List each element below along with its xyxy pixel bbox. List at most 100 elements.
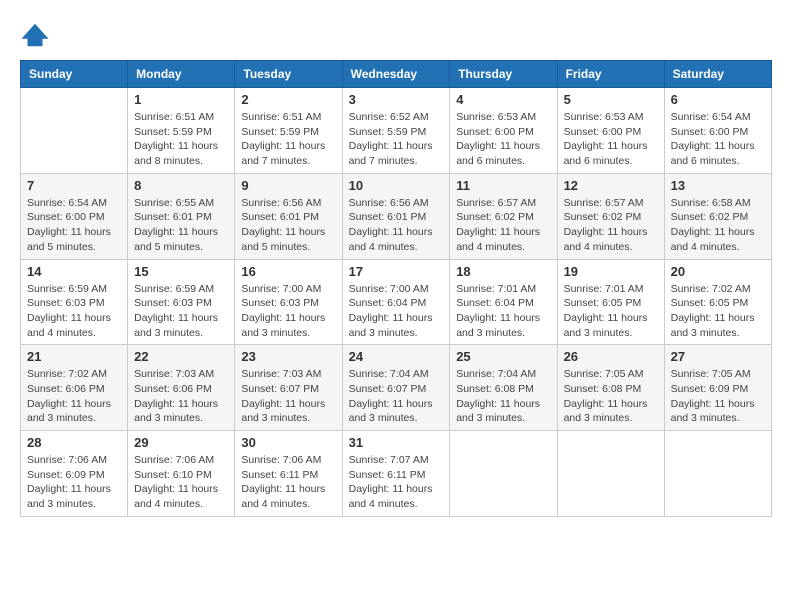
calendar-day-cell: 24 Sunrise: 7:04 AMSunset: 6:07 PMDayligh…	[342, 345, 450, 431]
calendar-header-row: SundayMondayTuesdayWednesdayThursdayFrid…	[21, 61, 772, 88]
calendar-day-cell: 5 Sunrise: 6:53 AMSunset: 6:00 PMDaylight…	[557, 88, 664, 174]
calendar-day-cell	[557, 431, 664, 517]
day-number: 6	[671, 92, 765, 107]
day-number: 25	[456, 349, 550, 364]
calendar-day-cell	[664, 431, 771, 517]
day-info: Sunrise: 6:54 AMSunset: 6:00 PMDaylight:…	[27, 196, 121, 255]
day-info: Sunrise: 7:04 AMSunset: 6:07 PMDaylight:…	[349, 367, 444, 426]
calendar-day-cell: 9Sunrise: 6:56 AMSunset: 6:01 PMDaylight…	[235, 173, 342, 259]
day-number: 1	[134, 92, 228, 107]
page-header	[20, 20, 772, 50]
day-number: 28	[27, 435, 121, 450]
day-info: Sunrise: 7:06 AMSunset: 6:11 PMDaylight:…	[241, 453, 335, 512]
calendar-table: SundayMondayTuesdayWednesdayThursdayFrid…	[20, 60, 772, 517]
calendar-day-header: Monday	[128, 61, 235, 88]
calendar-day-cell: 19 Sunrise: 7:01 AMSunset: 6:05 PMDayligh…	[557, 259, 664, 345]
calendar-day-cell: 26 Sunrise: 7:05 AMSunset: 6:08 PMDayligh…	[557, 345, 664, 431]
calendar-day-cell: 16Sunrise: 7:00 AMSunset: 6:03 PMDayligh…	[235, 259, 342, 345]
day-info: Sunrise: 7:03 AMSunset: 6:07 PMDaylight:…	[241, 367, 335, 426]
day-info: Sunrise: 7:02 AMSunset: 6:06 PMDaylight:…	[27, 367, 121, 426]
calendar-day-cell	[450, 431, 557, 517]
day-info: Sunrise: 6:55 AMSunset: 6:01 PMDaylight:…	[134, 196, 228, 255]
calendar-day-header: Tuesday	[235, 61, 342, 88]
calendar-day-cell: 2Sunrise: 6:51 AMSunset: 5:59 PMDaylight…	[235, 88, 342, 174]
day-info: Sunrise: 6:57 AMSunset: 6:02 PMDaylight:…	[564, 196, 658, 255]
day-number: 13	[671, 178, 765, 193]
calendar-day-cell: 8 Sunrise: 6:55 AMSunset: 6:01 PMDaylight…	[128, 173, 235, 259]
day-number: 20	[671, 264, 765, 279]
day-info: Sunrise: 7:06 AMSunset: 6:10 PMDaylight:…	[134, 453, 228, 512]
day-number: 30	[241, 435, 335, 450]
day-number: 24	[349, 349, 444, 364]
day-number: 3	[349, 92, 444, 107]
day-info: Sunrise: 7:04 AMSunset: 6:08 PMDaylight:…	[456, 367, 550, 426]
day-info: Sunrise: 7:06 AMSunset: 6:09 PMDaylight:…	[27, 453, 121, 512]
calendar-day-cell: 18Sunrise: 7:01 AMSunset: 6:04 PMDayligh…	[450, 259, 557, 345]
calendar-day-cell: 12 Sunrise: 6:57 AMSunset: 6:02 PMDayligh…	[557, 173, 664, 259]
day-number: 22	[134, 349, 228, 364]
calendar-day-cell: 7 Sunrise: 6:54 AMSunset: 6:00 PMDaylight…	[21, 173, 128, 259]
calendar-day-cell: 17 Sunrise: 7:00 AMSunset: 6:04 PMDayligh…	[342, 259, 450, 345]
day-number: 31	[349, 435, 444, 450]
calendar-day-header: Sunday	[21, 61, 128, 88]
calendar-day-cell: 14 Sunrise: 6:59 AMSunset: 6:03 PMDayligh…	[21, 259, 128, 345]
calendar-day-cell: 4 Sunrise: 6:53 AMSunset: 6:00 PMDaylight…	[450, 88, 557, 174]
calendar-day-cell: 15 Sunrise: 6:59 AMSunset: 6:03 PMDayligh…	[128, 259, 235, 345]
day-number: 11	[456, 178, 550, 193]
day-number: 7	[27, 178, 121, 193]
day-number: 26	[564, 349, 658, 364]
calendar-day-header: Thursday	[450, 61, 557, 88]
calendar-day-cell: 20 Sunrise: 7:02 AMSunset: 6:05 PMDayligh…	[664, 259, 771, 345]
day-info: Sunrise: 6:51 AMSunset: 5:59 PMDaylight:…	[134, 110, 228, 169]
day-number: 8	[134, 178, 228, 193]
day-number: 21	[27, 349, 121, 364]
logo-icon	[20, 20, 50, 50]
calendar-day-cell: 23 Sunrise: 7:03 AMSunset: 6:07 PMDayligh…	[235, 345, 342, 431]
day-info: Sunrise: 7:05 AMSunset: 6:08 PMDaylight:…	[564, 367, 658, 426]
day-info: Sunrise: 6:52 AMSunset: 5:59 PMDaylight:…	[349, 110, 444, 169]
logo	[20, 20, 54, 50]
day-number: 4	[456, 92, 550, 107]
day-info: Sunrise: 6:54 AMSunset: 6:00 PMDaylight:…	[671, 110, 765, 169]
calendar-day-cell: 29 Sunrise: 7:06 AMSunset: 6:10 PMDayligh…	[128, 431, 235, 517]
calendar-day-cell: 10Sunrise: 6:56 AMSunset: 6:01 PMDayligh…	[342, 173, 450, 259]
calendar-week-row: 28 Sunrise: 7:06 AMSunset: 6:09 PMDayligh…	[21, 431, 772, 517]
day-number: 5	[564, 92, 658, 107]
calendar-day-header: Saturday	[664, 61, 771, 88]
day-number: 23	[241, 349, 335, 364]
calendar-week-row: 21 Sunrise: 7:02 AMSunset: 6:06 PMDayligh…	[21, 345, 772, 431]
calendar-day-header: Wednesday	[342, 61, 450, 88]
day-info: Sunrise: 7:03 AMSunset: 6:06 PMDaylight:…	[134, 367, 228, 426]
day-info: Sunrise: 7:00 AMSunset: 6:04 PMDaylight:…	[349, 282, 444, 341]
calendar-day-cell: 1 Sunrise: 6:51 AMSunset: 5:59 PMDaylight…	[128, 88, 235, 174]
calendar-day-cell: 30 Sunrise: 7:06 AMSunset: 6:11 PMDayligh…	[235, 431, 342, 517]
day-info: Sunrise: 6:59 AMSunset: 6:03 PMDaylight:…	[27, 282, 121, 341]
day-number: 17	[349, 264, 444, 279]
calendar-day-cell: 11 Sunrise: 6:57 AMSunset: 6:02 PMDayligh…	[450, 173, 557, 259]
day-info: Sunrise: 6:56 AMSunset: 6:01 PMDaylight:…	[241, 196, 335, 255]
calendar-week-row: 14 Sunrise: 6:59 AMSunset: 6:03 PMDayligh…	[21, 259, 772, 345]
day-info: Sunrise: 6:58 AMSunset: 6:02 PMDaylight:…	[671, 196, 765, 255]
day-info: Sunrise: 6:53 AMSunset: 6:00 PMDaylight:…	[564, 110, 658, 169]
day-info: Sunrise: 6:59 AMSunset: 6:03 PMDaylight:…	[134, 282, 228, 341]
day-info: Sunrise: 7:00 AMSunset: 6:03 PMDaylight:…	[241, 282, 335, 341]
day-info: Sunrise: 7:07 AMSunset: 6:11 PMDaylight:…	[349, 453, 444, 512]
day-number: 12	[564, 178, 658, 193]
calendar-week-row: 7 Sunrise: 6:54 AMSunset: 6:00 PMDaylight…	[21, 173, 772, 259]
calendar-day-cell: 21 Sunrise: 7:02 AMSunset: 6:06 PMDayligh…	[21, 345, 128, 431]
day-info: Sunrise: 6:57 AMSunset: 6:02 PMDaylight:…	[456, 196, 550, 255]
day-number: 2	[241, 92, 335, 107]
calendar-day-cell: 25 Sunrise: 7:04 AMSunset: 6:08 PMDayligh…	[450, 345, 557, 431]
day-info: Sunrise: 7:02 AMSunset: 6:05 PMDaylight:…	[671, 282, 765, 341]
day-number: 14	[27, 264, 121, 279]
calendar-day-cell: 6 Sunrise: 6:54 AMSunset: 6:00 PMDaylight…	[664, 88, 771, 174]
day-number: 27	[671, 349, 765, 364]
day-number: 29	[134, 435, 228, 450]
day-number: 15	[134, 264, 228, 279]
calendar-day-cell: 31 Sunrise: 7:07 AMSunset: 6:11 PMDayligh…	[342, 431, 450, 517]
day-info: Sunrise: 6:53 AMSunset: 6:00 PMDaylight:…	[456, 110, 550, 169]
calendar-day-cell: 27Sunrise: 7:05 AMSunset: 6:09 PMDayligh…	[664, 345, 771, 431]
day-info: Sunrise: 6:56 AMSunset: 6:01 PMDaylight:…	[349, 196, 444, 255]
day-info: Sunrise: 7:01 AMSunset: 6:05 PMDaylight:…	[564, 282, 658, 341]
day-number: 19	[564, 264, 658, 279]
